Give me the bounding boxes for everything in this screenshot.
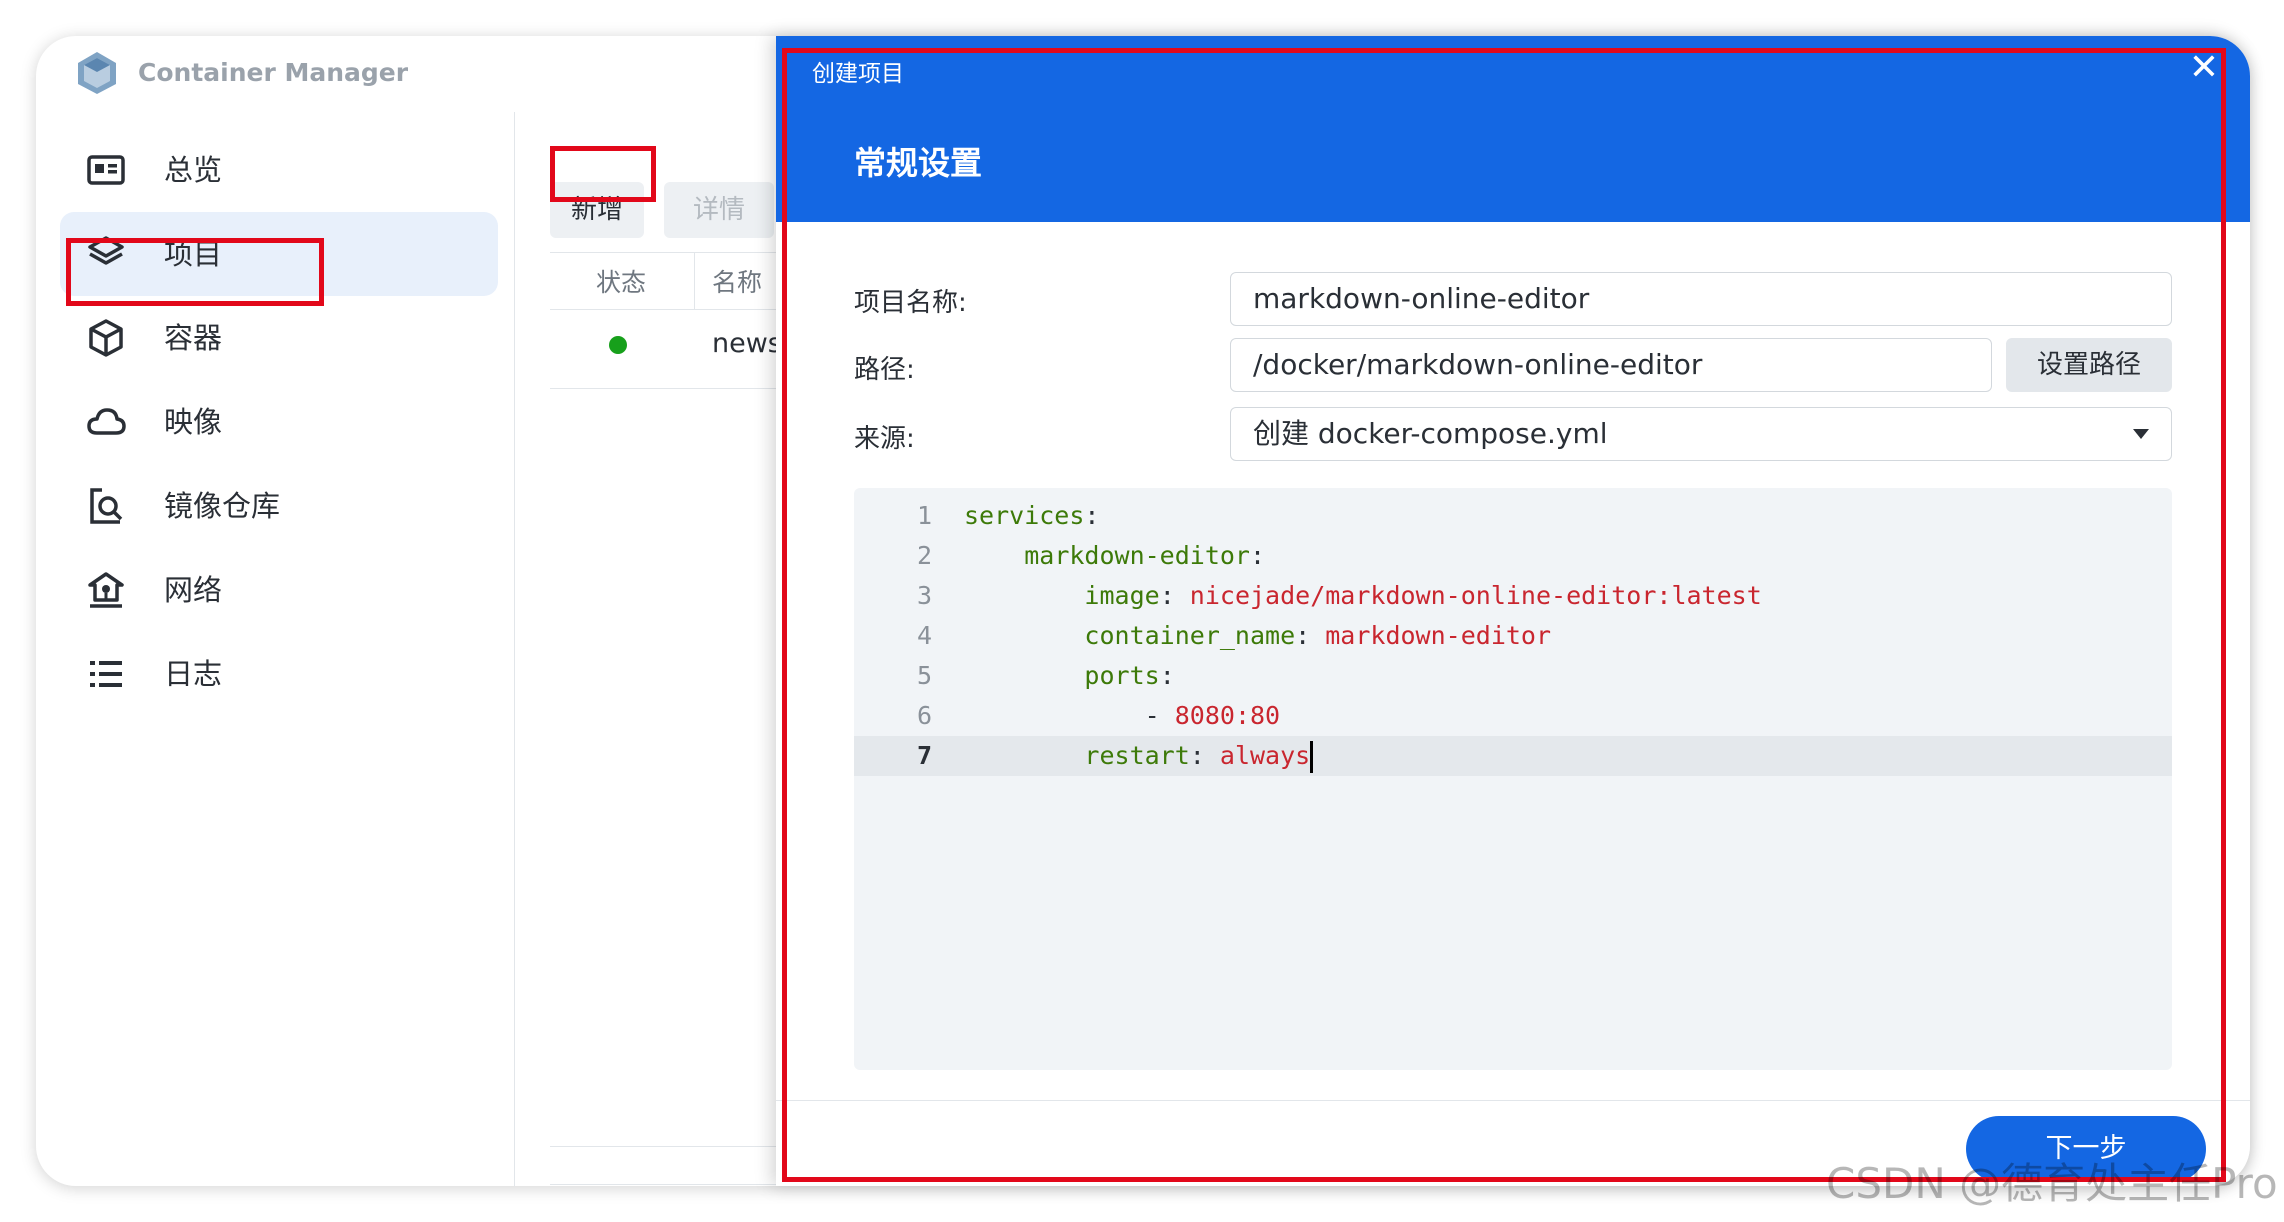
detail-button[interactable]: 详情 — [664, 182, 774, 238]
highlight-dialog-annotation — [782, 48, 2226, 1182]
sidebar-item-images[interactable]: 映像 — [60, 380, 498, 464]
highlight-add-annotation — [550, 146, 656, 202]
column-divider — [694, 253, 695, 309]
overview-icon — [87, 155, 125, 185]
container-manager-logo-icon — [78, 52, 116, 94]
sidebar-item-network[interactable]: 网络 — [60, 548, 498, 632]
project-name-cell: news — [712, 328, 782, 359]
registry-search-icon — [90, 488, 123, 524]
list-icon — [90, 661, 122, 687]
app-title: Container Manager — [138, 58, 409, 87]
sidebar-item-label: 总览 — [164, 153, 223, 187]
sidebar-item-overview[interactable]: 总览 — [60, 128, 498, 212]
sidebar-item-label: 容器 — [164, 321, 223, 355]
sidebar-item-logs[interactable]: 日志 — [60, 632, 498, 716]
network-home-icon — [88, 572, 124, 608]
cloud-icon — [87, 408, 126, 435]
column-header-name[interactable]: 名称 — [712, 263, 762, 299]
status-running-dot — [609, 336, 627, 354]
sidebar-item-registry[interactable]: 镜像仓库 — [60, 464, 498, 548]
highlight-projects-annotation — [66, 238, 324, 306]
sidebar-item-containers[interactable]: 容器 — [60, 296, 498, 380]
column-header-status[interactable]: 状态 — [596, 263, 646, 299]
cube-icon — [89, 319, 123, 357]
sidebar-item-label: 映像 — [164, 405, 223, 439]
title-bar: Container Manager — [36, 36, 776, 112]
sidebar-item-label: 日志 — [164, 657, 223, 691]
sidebar-item-label: 网络 — [164, 573, 223, 607]
project-list-panel: 新增 详情 状态 名称 news — [514, 112, 850, 1186]
sidebar-item-label: 镜像仓库 — [164, 489, 281, 523]
watermark-text: CSDN @德育处主任Pro — [1826, 1159, 2278, 1208]
